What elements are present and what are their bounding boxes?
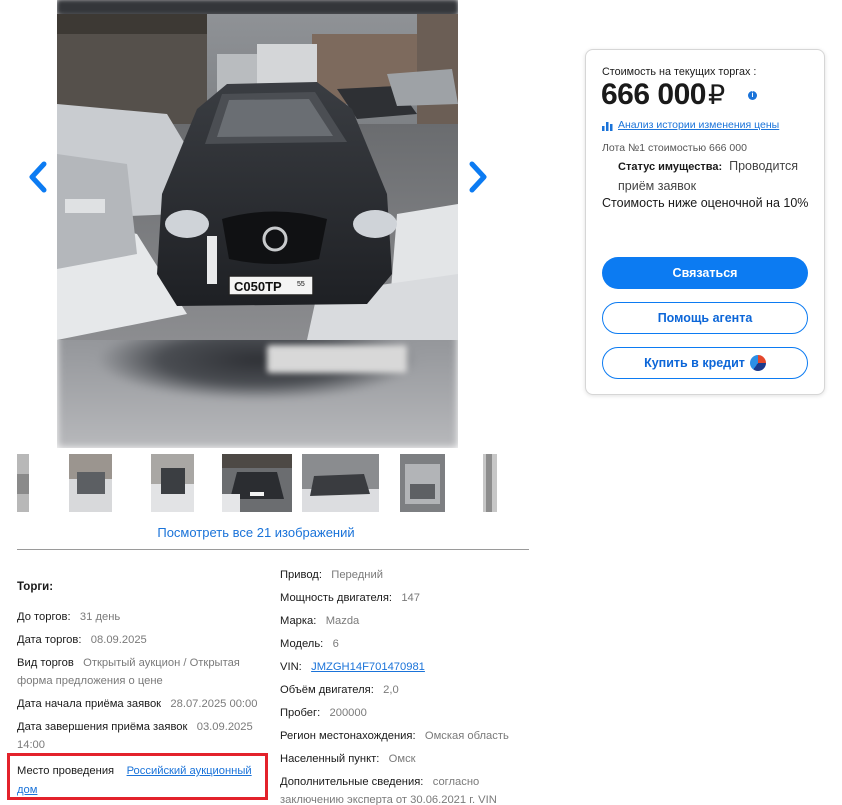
currency-symbol: ₽: [707, 80, 725, 110]
bank-logo-icon: [749, 355, 766, 371]
thumbnail-active[interactable]: [222, 454, 292, 512]
auction-details: Торги: До торгов: 31 день Дата торгов: 0…: [17, 578, 269, 759]
license-plate-region: 55: [297, 281, 305, 288]
detail-label: Марка:: [280, 615, 317, 627]
detail-label: Дополнительные сведения:: [280, 776, 424, 788]
thumbnail[interactable]: [69, 454, 112, 512]
detail-value: 147: [401, 592, 420, 604]
detail-row-engine-volume: Объём двигателя: 2,0: [280, 681, 530, 699]
section-title: Торги:: [17, 581, 54, 593]
detail-value: 200000: [329, 707, 367, 719]
detail-row-vin: VIN: JMZGH14F701470981: [280, 658, 530, 676]
detail-value: 6: [332, 638, 339, 650]
detail-label: Дата завершения приёма заявок: [17, 721, 188, 733]
detail-value: 28.07.2025 00:00: [170, 698, 258, 710]
detail-row-time-to-auction: До торгов: 31 день: [17, 608, 269, 626]
below-estimate-note: Стоимость ниже оценочной на 10%: [602, 196, 809, 210]
detail-row-locality: Населенный пункт: Омск: [280, 750, 530, 768]
detail-row-auction-date: Дата торгов: 08.09.2025: [17, 631, 269, 649]
detail-value: Mazda: [325, 615, 360, 627]
detail-row-model: Модель: 6: [280, 635, 530, 653]
detail-label: Модель:: [280, 638, 324, 650]
thumbnail[interactable]: [151, 454, 194, 512]
price-value: 666 000: [601, 78, 706, 111]
agent-help-button[interactable]: Помощь агента: [602, 302, 808, 334]
detail-row-drive: Привод: Передний: [280, 566, 530, 584]
thumbnail[interactable]: [302, 454, 379, 512]
thumbnail-strip: [17, 454, 497, 514]
detail-label: Вид торгов: [17, 657, 74, 669]
main-photo[interactable]: С050ТР 55: [57, 14, 458, 340]
detail-row-application-end: Дата завершения приёма заявок 03.09.2025…: [17, 718, 269, 754]
chevron-right-icon: [469, 161, 487, 193]
photo-blur-plate: [267, 345, 407, 373]
view-all-images-link[interactable]: Посмотреть все 21 изображений: [0, 525, 512, 540]
detail-row-power: Мощность двигателя: 147: [280, 589, 530, 607]
contact-button[interactable]: Связаться: [602, 257, 808, 289]
current-price: 666 000₽: [601, 78, 725, 112]
detail-label: Населенный пункт:: [280, 753, 380, 765]
property-status: Статус имущества: Проводится приём заяво…: [618, 157, 816, 196]
detail-value: 31 день: [79, 611, 121, 623]
bar-chart-icon: [602, 121, 613, 131]
price-label: Стоимость на текущих торгах :: [602, 66, 757, 78]
detail-row-venue: Место проведения Российский аукционный д…: [17, 762, 265, 800]
divider: [17, 549, 529, 550]
detail-label: Место проведения: [17, 765, 115, 777]
detail-row-brand: Марка: Mazda: [280, 612, 530, 630]
detail-row-application-start: Дата начала приёма заявок 28.07.2025 00:…: [17, 695, 269, 713]
vin-link[interactable]: JMZGH14F701470981: [311, 661, 425, 673]
buy-on-credit-button[interactable]: Купить в кредит: [602, 347, 808, 379]
detail-value: Омская область: [424, 730, 509, 742]
gallery-next-button[interactable]: [466, 160, 492, 194]
detail-row-region: Регион местонахождения: Омская область: [280, 727, 530, 745]
chevron-left-icon: [29, 161, 47, 193]
detail-label: Объём двигателя:: [280, 684, 374, 696]
price-card: Стоимость на текущих торгах : 666 000₽ i…: [585, 49, 825, 395]
license-plate-text: С050ТР: [234, 279, 282, 294]
detail-row-mileage: Пробег: 200000: [280, 704, 530, 722]
price-history-link[interactable]: Анализ истории изменения цены: [602, 119, 779, 131]
info-icon[interactable]: i: [748, 91, 757, 100]
lot-info: Лота №1 стоимостью 666 000: [602, 142, 747, 154]
credit-button-label: Купить в кредит: [644, 356, 745, 370]
thumbnail[interactable]: [17, 454, 29, 512]
detail-label: Дата начала приёма заявок: [17, 698, 162, 710]
detail-label: Дата торгов:: [17, 634, 82, 646]
detail-label: Мощность двигателя:: [280, 592, 392, 604]
detail-label: До торгов:: [17, 611, 71, 623]
detail-row-auction-type: Вид торгов Открытый аукцион / Открытая ф…: [17, 654, 269, 690]
photo-gallery: С050ТР 55 Посмотреть все 21 изображений: [0, 0, 530, 550]
vehicle-details: Привод: Передний Мощность двигателя: 147…: [280, 566, 530, 805]
main-photo-container: С050ТР 55: [57, 0, 458, 448]
detail-row-additional-info: Дополнительные сведения: согласно заключ…: [280, 773, 530, 805]
detail-value: 2,0: [383, 684, 399, 696]
price-history-label: Анализ истории изменения цены: [618, 119, 780, 131]
detail-value: Омск: [388, 753, 416, 765]
thumbnail[interactable]: [400, 454, 445, 512]
thumbnail[interactable]: [483, 454, 497, 512]
detail-value: 08.09.2025: [90, 634, 147, 646]
photo-blur-top: [57, 0, 458, 14]
detail-label: Пробег:: [280, 707, 321, 719]
detail-label: VIN:: [280, 661, 302, 673]
gallery-prev-button[interactable]: [24, 160, 50, 194]
detail-label: Регион местонахождения:: [280, 730, 416, 742]
status-label: Статус имущества:: [618, 161, 723, 173]
detail-label: Привод:: [280, 569, 322, 581]
detail-value: Передний: [331, 569, 383, 581]
